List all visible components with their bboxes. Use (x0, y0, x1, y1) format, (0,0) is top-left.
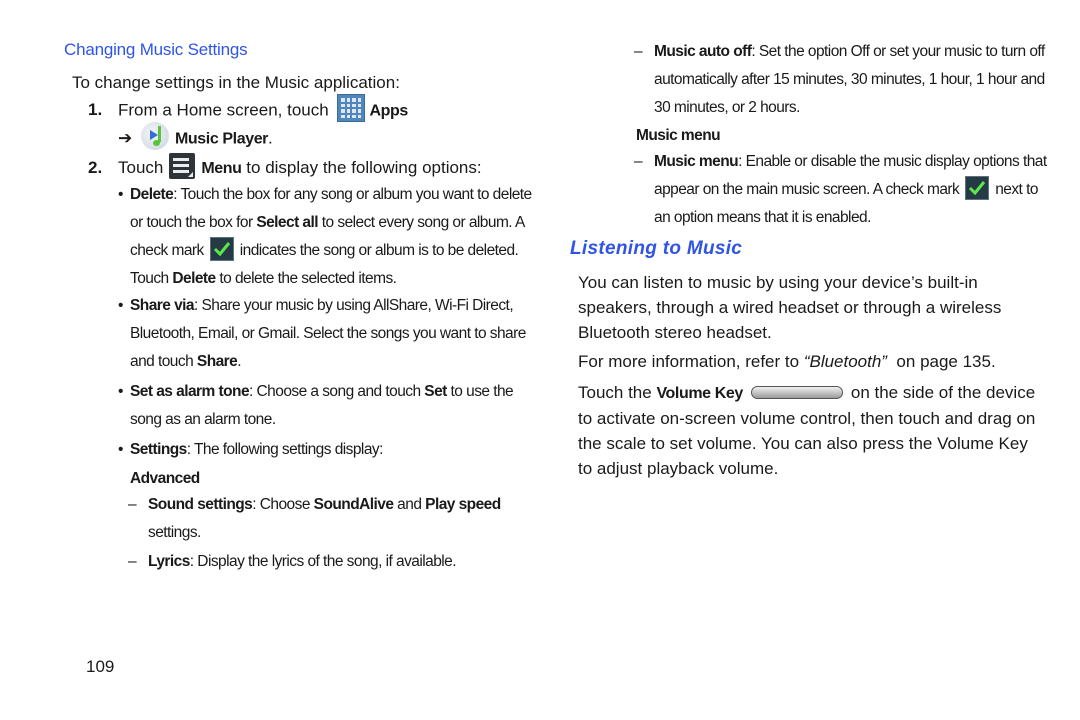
bullet-label: Settings (130, 441, 187, 458)
text: : Display the lyrics of the song, if ava… (189, 553, 457, 570)
set-label: Set (424, 383, 447, 400)
music-player-icon (140, 122, 169, 150)
dash-mark: – (634, 43, 643, 60)
page-number: 109 (86, 657, 115, 676)
text: . (237, 353, 242, 370)
text: automatically after 15 minutes, 30 minut… (654, 71, 1045, 88)
bullet-label: Set as alarm tone (130, 383, 250, 400)
step-number: 1. (88, 100, 103, 120)
music-player-label: Music Player (174, 130, 269, 148)
bullet-delete: • Delete: Touch the box for any song or a… (118, 181, 538, 293)
text: to adjust playback volume. (578, 459, 779, 478)
text: : Choose a song and touch (249, 383, 425, 400)
text: settings. (148, 524, 201, 541)
text: : Set the option Off or set your music t… (751, 43, 1045, 60)
text: on page 135. (886, 352, 996, 371)
volume-key-icon (750, 386, 843, 400)
share-label: Share (196, 353, 238, 370)
bullet-mark: • (118, 441, 123, 458)
step-1-continued: ➔ Music Player. (118, 122, 273, 153)
select-all-label: Select all (256, 214, 319, 231)
music-menu-heading: Music menu (636, 127, 721, 144)
step-text: Touch (118, 158, 164, 177)
checkmark-icon (209, 236, 234, 261)
text: and (393, 496, 426, 513)
text: Touch the (578, 383, 657, 402)
checkmark-icon (965, 175, 990, 200)
menu-label: Menu (201, 160, 242, 177)
bullet-label: Share via (130, 297, 195, 314)
bluetooth-link[interactable]: “Bluetooth” (804, 352, 887, 371)
text: or touch the box for (130, 214, 257, 231)
text: to use the (446, 383, 514, 400)
bullet-settings: • Settings: The following settings displa… (118, 436, 538, 464)
item-label: Music auto off (654, 43, 752, 60)
dash-mark: – (128, 553, 137, 570)
text: : Enable or disable the music display op… (738, 153, 1047, 170)
bullet-label: Delete (130, 186, 174, 203)
text: You can listen to music by using your de… (578, 273, 978, 292)
step-number: 2. (88, 158, 103, 177)
volume-paragraph: Touch the Volume Key on the side of the d… (578, 380, 1048, 481)
bullet-share-via: • Share via: Share your music by using Al… (118, 292, 538, 376)
bullet-text: : Share your music by using AllShare, Wi… (193, 297, 514, 314)
bullet-mark: • (118, 383, 123, 400)
section-title-changing-music-settings: Changing Music Settings (64, 40, 248, 59)
text: an option means that it is enabled. (654, 209, 871, 226)
lyrics-item: – Lyrics: Display the lyrics of the song,… (128, 548, 548, 576)
reference-text: For more information, refer to “Bluetoot… (578, 349, 996, 374)
text: For more information, refer to (578, 352, 804, 371)
text: to select every song or album. A (318, 214, 526, 231)
bullet-mark: • (118, 186, 123, 203)
text: to delete the selected items. (215, 270, 397, 287)
text: indicates the song or album is to be del… (239, 242, 519, 259)
bullet-text: : Touch the box for any song or album yo… (173, 186, 532, 203)
text: next to (995, 181, 1038, 198)
text: and touch (130, 353, 197, 370)
step-text-after: to display the following options: (246, 158, 482, 177)
bullet-set-as-alarm-tone: • Set as alarm tone: Choose a song and to… (118, 378, 538, 434)
text: the scale to set volume. You can also pr… (578, 434, 1028, 453)
menu-icon (169, 152, 196, 179)
text: appear on the main music screen. A check… (654, 181, 960, 198)
item-label: Lyrics (148, 553, 190, 570)
apps-grid-icon (337, 94, 366, 122)
dash-mark: – (128, 496, 137, 513)
text: to activate on-screen volume control, th… (578, 409, 1036, 428)
music-auto-off-item: – Music auto off: Set the option Off or s… (634, 38, 1054, 122)
dash-mark: – (634, 153, 643, 170)
advanced-heading: Advanced (130, 470, 200, 487)
play-speed-label: Play speed (425, 496, 501, 513)
music-menu-item: – Music menu: Enable or disable the music… (634, 148, 1054, 232)
text: : The following settings display: (186, 441, 384, 458)
step-1: 1. From a Home screen, touch Apps (88, 94, 408, 125)
section-title-listening-to-music: Listening to Music (570, 238, 743, 259)
text: Bluetooth stereo headset. (578, 323, 772, 342)
step-2: 2. Touch Menu to display the following opt… (88, 152, 482, 182)
text: Bluetooth, Email, or Gmail. Select the s… (130, 325, 526, 342)
listening-paragraph: You can listen to music by using your de… (578, 270, 1048, 345)
period: . (268, 128, 273, 148)
bullet-mark: • (118, 297, 123, 314)
intro-text: To change settings in the Music applicat… (72, 73, 400, 92)
text: on the side of the device (850, 383, 1036, 402)
delete-label: Delete (172, 270, 216, 287)
step-text: From a Home screen, touch (118, 100, 329, 120)
text: song as an alarm tone. (130, 411, 276, 428)
text: speakers, through a wired headset or thr… (578, 298, 1002, 317)
item-label: Music menu (654, 153, 739, 170)
soundalive-label: SoundAlive (313, 496, 394, 513)
text: Touch (130, 270, 173, 287)
volume-key-label: Volume Key (656, 385, 743, 402)
item-label: Sound settings (148, 496, 253, 513)
text: 30 minutes, or 2 hours. (654, 99, 800, 116)
text: check mark (130, 242, 204, 259)
apps-label: Apps (369, 102, 408, 120)
text: : Choose (252, 496, 314, 513)
sound-settings-item: – Sound settings: Choose SoundAlive and P… (128, 491, 548, 547)
arrow-icon: ➔ (118, 128, 133, 148)
